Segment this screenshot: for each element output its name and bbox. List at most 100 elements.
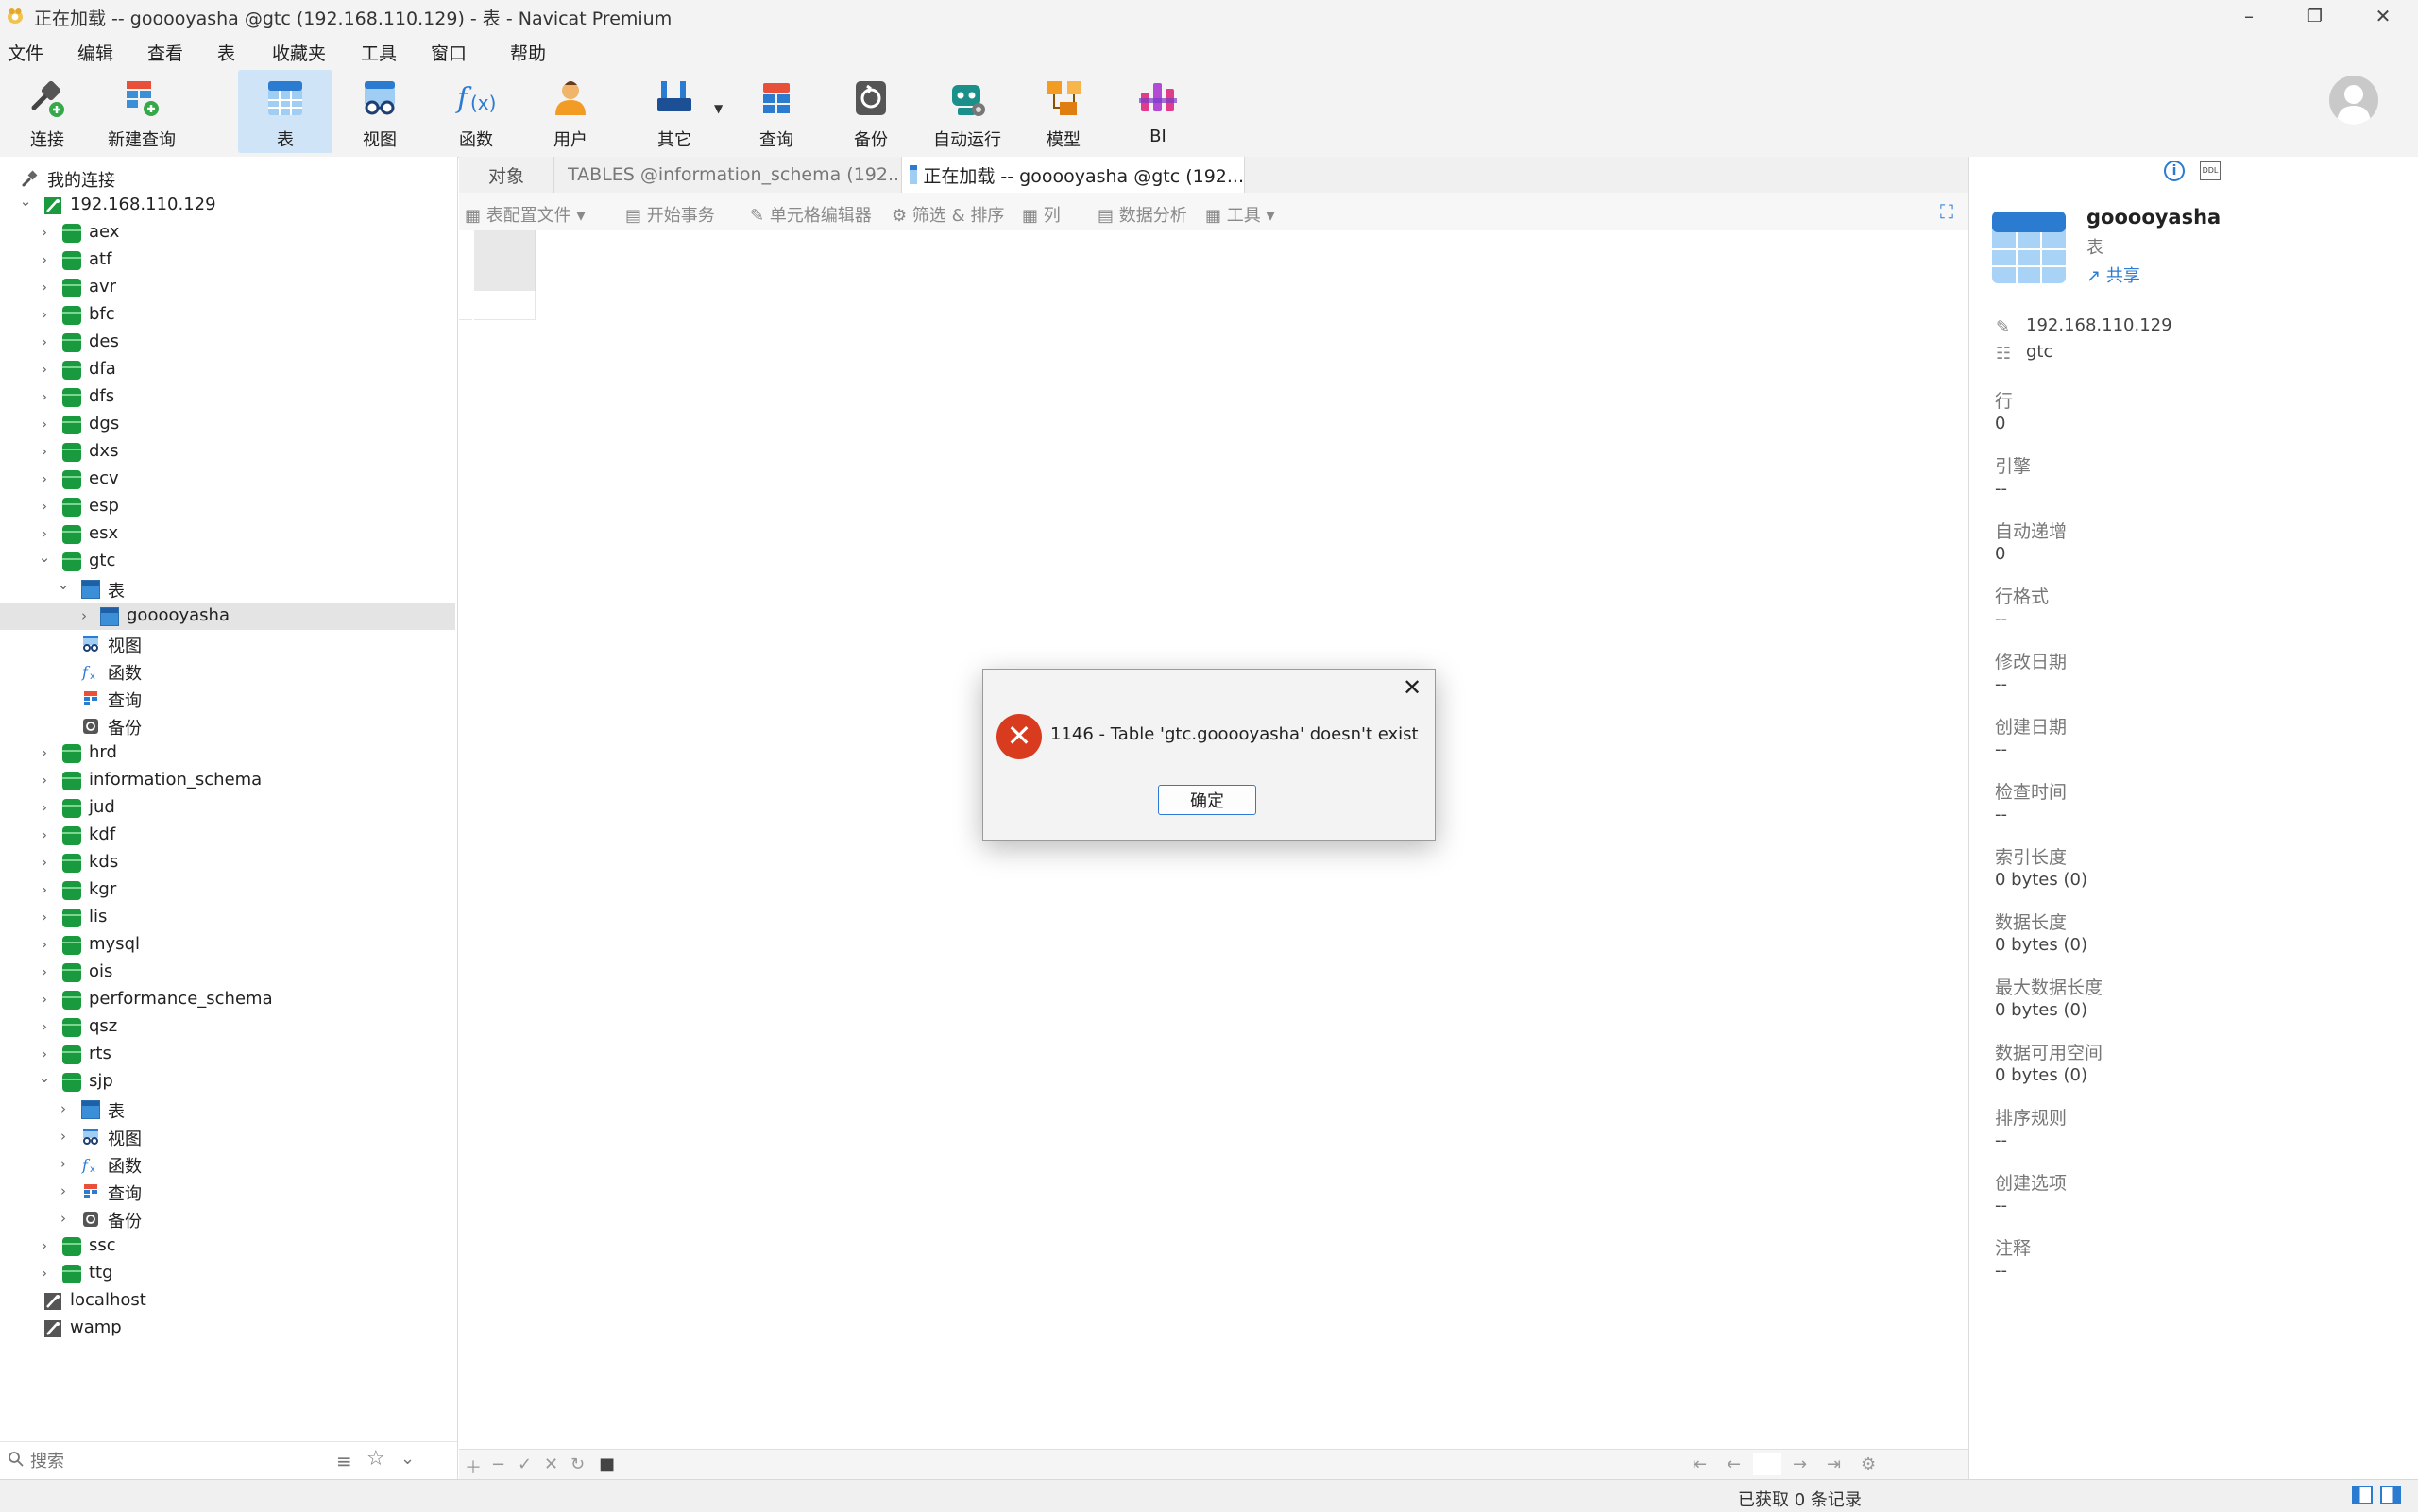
chevron-right-icon[interactable]: › xyxy=(38,908,51,926)
chevron-right-icon[interactable]: › xyxy=(38,332,51,351)
tree-db-ecv[interactable]: › ecv xyxy=(0,466,455,493)
new-query-button[interactable]: 新建查询 xyxy=(96,70,187,153)
tree-db-jud[interactable]: › jud xyxy=(0,794,455,822)
layout-right-pane-icon[interactable] xyxy=(2380,1486,2401,1504)
stop-icon[interactable]: ■ xyxy=(599,1454,615,1474)
menu-file[interactable]: 文件 xyxy=(8,40,43,65)
tree-db-kgr[interactable]: › kgr xyxy=(0,876,455,904)
tree-db-ssc[interactable]: › ssc xyxy=(0,1232,455,1260)
filter-icon[interactable]: ≡ xyxy=(336,1450,352,1472)
fullscreen-icon[interactable]: ⛶ xyxy=(1940,200,1953,223)
dialog-close-icon[interactable]: ✕ xyxy=(1399,675,1425,702)
chevron-right-icon[interactable]: › xyxy=(57,1209,70,1228)
chevron-right-icon[interactable]: › xyxy=(38,469,51,488)
tree-db-sjp[interactable]: ⌄ sjp xyxy=(0,1068,455,1096)
bi-tool-button[interactable]: BI xyxy=(1113,70,1203,153)
chevron-right-icon[interactable]: › xyxy=(38,360,51,379)
apply-changes-icon[interactable]: ✓ xyxy=(518,1454,532,1474)
tree-db-kds[interactable]: › kds xyxy=(0,849,455,876)
restore-button[interactable]: ❐ xyxy=(2282,0,2348,32)
chevron-right-icon[interactable]: › xyxy=(38,798,51,817)
chevron-right-icon[interactable]: › xyxy=(38,825,51,844)
chevron-down-icon[interactable]: ⌄ xyxy=(57,575,70,594)
tree-db-dxs[interactable]: › dxs xyxy=(0,438,455,466)
page-settings-icon[interactable]: ⚙ xyxy=(1861,1454,1876,1474)
tree-gtc-tables[interactable]: ⌄ 表 xyxy=(0,575,455,603)
next-page-icon[interactable]: → xyxy=(1793,1454,1807,1474)
chevron-right-icon[interactable]: › xyxy=(38,524,51,543)
favorite-star-icon[interactable]: ☆ xyxy=(366,1447,385,1470)
automation-tool-button[interactable]: 自动运行 xyxy=(922,70,1013,153)
last-page-icon[interactable]: ⇥ xyxy=(1827,1454,1841,1474)
ok-button[interactable]: 确定 xyxy=(1158,785,1256,815)
query-tool-button[interactable]: 查询 xyxy=(731,70,822,153)
tree-connection-localhost[interactable]: localhost xyxy=(0,1287,455,1315)
chevron-right-icon[interactable]: › xyxy=(38,880,51,899)
info-icon[interactable]: i xyxy=(2164,161,2185,181)
model-tool-button[interactable]: 模型 xyxy=(1018,70,1109,153)
tree-db-des[interactable]: › des xyxy=(0,329,455,356)
tree-my-connections[interactable]: 我的连接 xyxy=(0,164,455,192)
chevron-right-icon[interactable]: › xyxy=(57,1154,70,1173)
tree-sjp-tables[interactable]: › 表 xyxy=(0,1096,455,1123)
chevron-right-icon[interactable]: › xyxy=(38,387,51,406)
filter-sort-button[interactable]: ⚙ 筛选 & 排序 xyxy=(892,202,1004,227)
chevron-down-icon[interactable]: ⌄ xyxy=(19,192,32,211)
chevron-right-icon[interactable]: › xyxy=(38,442,51,461)
backup-tool-button[interactable]: 备份 xyxy=(826,70,916,153)
chevron-right-icon[interactable]: › xyxy=(38,250,51,269)
tab-objects[interactable]: 对象 xyxy=(459,157,553,193)
discard-changes-icon[interactable]: ✕ xyxy=(544,1454,558,1474)
prev-page-icon[interactable]: ← xyxy=(1727,1454,1741,1474)
minimize-button[interactable]: – xyxy=(2216,0,2282,32)
chevron-right-icon[interactable]: › xyxy=(38,743,51,762)
tree-db-bfc[interactable]: › bfc xyxy=(0,301,455,329)
tree-db-kdf[interactable]: › kdf xyxy=(0,822,455,849)
tree-db-dfa[interactable]: › dfa xyxy=(0,356,455,383)
chevron-right-icon[interactable]: › xyxy=(57,1099,70,1118)
delete-record-icon[interactable]: − xyxy=(491,1454,505,1474)
tree-db-dgs[interactable]: › dgs xyxy=(0,411,455,438)
table-profile-button[interactable]: ▦ 表配置文件 ▾ xyxy=(465,202,586,227)
chevron-right-icon[interactable]: › xyxy=(38,278,51,297)
tree-gtc-queries[interactable]: 查询 xyxy=(0,685,455,712)
chevron-right-icon[interactable]: › xyxy=(38,935,51,954)
tree-db-atf[interactable]: › atf xyxy=(0,246,455,274)
tab-information-schema-tables[interactable]: TABLES @information_schema (192.... xyxy=(553,157,911,193)
menu-edit[interactable]: 编辑 xyxy=(77,40,113,65)
refresh-icon[interactable]: ↻ xyxy=(570,1454,585,1474)
columns-button[interactable]: ▦ 列 xyxy=(1022,202,1061,227)
collapse-all-icon[interactable]: ⌄ xyxy=(400,1449,415,1469)
tree-db-gtc[interactable]: ⌄ gtc xyxy=(0,548,455,575)
chevron-right-icon[interactable]: › xyxy=(38,497,51,516)
tree-db-performance_schema[interactable]: › performance_schema xyxy=(0,986,455,1013)
tree-db-mysql[interactable]: › mysql xyxy=(0,931,455,959)
tree-db-hrd[interactable]: › hrd xyxy=(0,739,455,767)
data-analysis-button[interactable]: ▤ 数据分析 xyxy=(1098,202,1187,227)
chevron-down-icon[interactable]: ⌄ xyxy=(38,1068,51,1087)
tree-search-input[interactable] xyxy=(28,1448,315,1474)
chevron-down-icon[interactable]: ⌄ xyxy=(38,548,51,567)
tools-dropdown-button[interactable]: ▦ 工具 ▾ xyxy=(1205,202,1275,227)
tree-db-esp[interactable]: › esp xyxy=(0,493,455,520)
chevron-right-icon[interactable]: › xyxy=(77,606,91,625)
tree-sjp-functions[interactable]: › f x 函数 xyxy=(0,1150,455,1178)
tree-table-gooooyasha[interactable]: › gooooyasha xyxy=(0,603,455,630)
tree-connection-192-168-110-129[interactable]: ⌄ 192.168.110.129 xyxy=(0,192,455,219)
chevron-right-icon[interactable]: › xyxy=(57,1181,70,1200)
tree-db-ttg[interactable]: › ttg xyxy=(0,1260,455,1287)
tree-gtc-views[interactable]: 视图 xyxy=(0,630,455,657)
menu-tools[interactable]: 工具 xyxy=(361,40,397,65)
ddl-icon[interactable]: DDL xyxy=(2200,161,2221,180)
chevron-right-icon[interactable]: › xyxy=(38,1045,51,1063)
tree-db-qsz[interactable]: › qsz xyxy=(0,1013,455,1041)
menu-favorites[interactable]: 收藏夹 xyxy=(272,40,326,65)
tree-db-esx[interactable]: › esx xyxy=(0,520,455,548)
tree-gtc-backups[interactable]: 备份 xyxy=(0,712,455,739)
tree-db-aex[interactable]: › aex xyxy=(0,219,455,246)
tree-db-avr[interactable]: › avr xyxy=(0,274,455,301)
tree-sjp-queries[interactable]: › 查询 xyxy=(0,1178,455,1205)
chevron-right-icon[interactable]: › xyxy=(38,1264,51,1283)
chevron-right-icon[interactable]: › xyxy=(38,962,51,981)
cell-editor-button[interactable]: ✎ 单元格编辑器 xyxy=(750,202,872,227)
